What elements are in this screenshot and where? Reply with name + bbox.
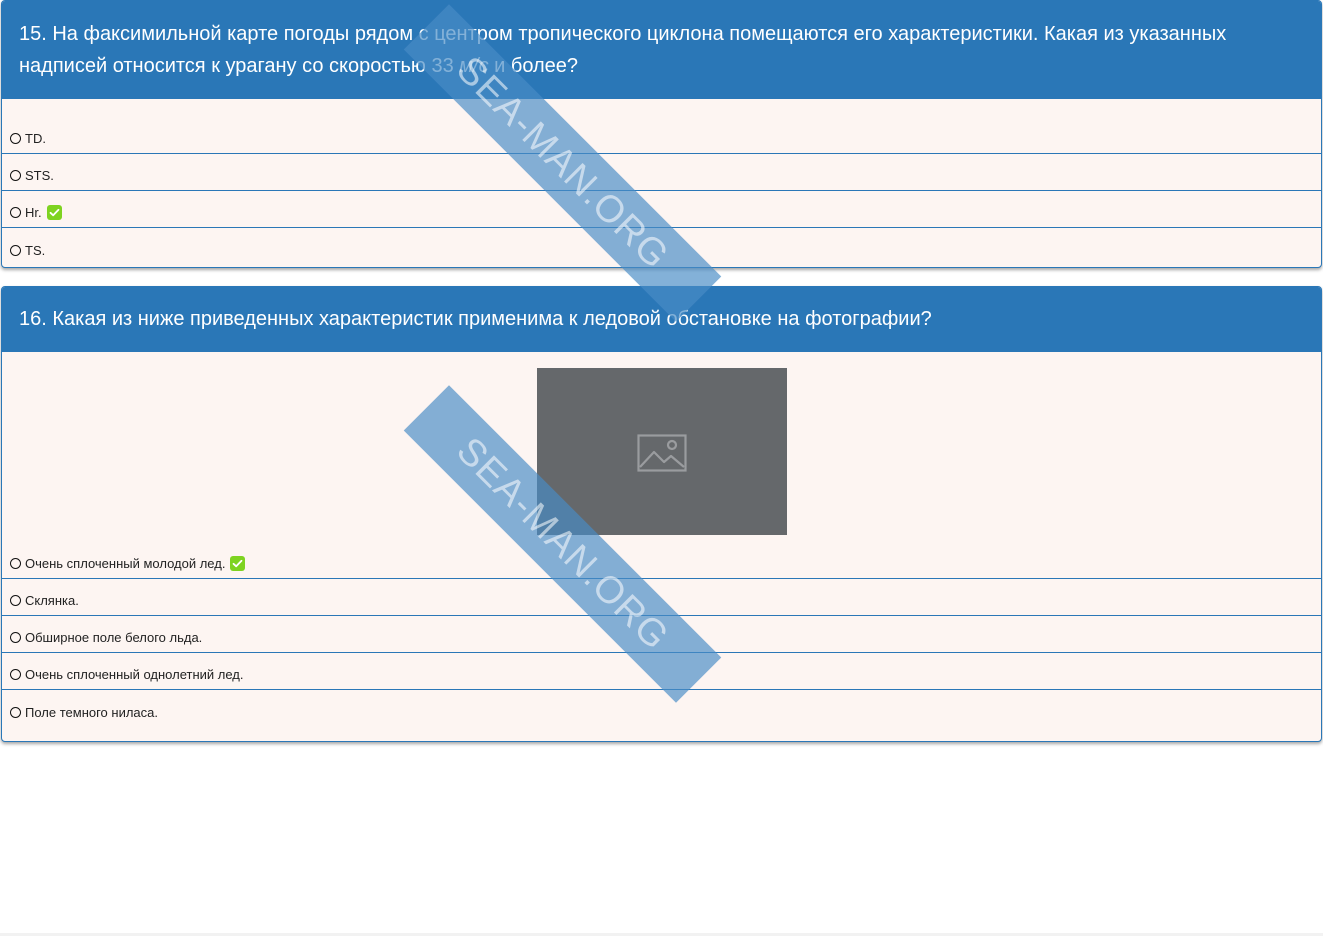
question-text-end: и более?	[488, 55, 579, 77]
radio-button[interactable]	[10, 557, 21, 569]
answer-option[interactable]: Очень сплоченный однолетний лед.	[2, 653, 1321, 690]
radio-button[interactable]	[10, 206, 21, 218]
answer-option[interactable]: Обширное поле белого льда.	[2, 616, 1321, 653]
question-image	[537, 368, 787, 535]
answer-options: TD. STS. Hr. TS.	[2, 99, 1321, 265]
answer-option[interactable]: Склянка.	[2, 579, 1321, 616]
answer-label: TS.	[25, 242, 46, 258]
correct-check-icon	[46, 204, 62, 220]
answer-label: Обширное поле белого льда.	[25, 629, 203, 645]
question-unit: м/с	[459, 55, 489, 77]
answer-option[interactable]: Поле темного ниласа.	[2, 690, 1321, 727]
answer-options: Очень сплоченный молодой лед. Склянка. О…	[2, 542, 1321, 727]
radio-button[interactable]	[10, 594, 21, 606]
radio-button[interactable]	[10, 706, 21, 718]
question-card-15: 15. На факсимильной карте погоды рядом с…	[1, 0, 1322, 268]
question-title: 15. На факсимильной карте погоды рядом с…	[2, 1, 1321, 99]
answer-option[interactable]: TD.	[2, 99, 1321, 154]
answer-label: Склянка.	[25, 592, 79, 608]
answer-option[interactable]: Hr.	[2, 191, 1321, 228]
answer-label: Очень сплоченный молодой лед.	[25, 555, 226, 571]
question-image-area	[2, 352, 1321, 542]
correct-check-icon	[230, 555, 246, 571]
answer-label: Поле темного ниласа.	[25, 704, 158, 720]
answer-label: STS.	[25, 167, 54, 183]
radio-button[interactable]	[10, 631, 21, 643]
answer-label: Очень сплоченный однолетний лед.	[25, 666, 244, 682]
answer-label: Hr.	[25, 204, 42, 220]
answer-option[interactable]: TS.	[2, 228, 1321, 265]
radio-button[interactable]	[10, 169, 21, 181]
image-placeholder-icon	[637, 434, 687, 472]
answer-option[interactable]: STS.	[2, 154, 1321, 191]
question-title: 16. Какая из ниже приведенных характерис…	[2, 287, 1321, 352]
answer-option[interactable]: Очень сплоченный молодой лед.	[2, 542, 1321, 579]
radio-button[interactable]	[10, 132, 21, 144]
radio-button[interactable]	[10, 244, 21, 256]
question-text: 15. На факсимильной карте погоды рядом с…	[19, 23, 1227, 77]
question-card-16: 16. Какая из ниже приведенных характерис…	[1, 286, 1322, 742]
radio-button[interactable]	[10, 668, 21, 680]
answer-label: TD.	[25, 130, 46, 146]
